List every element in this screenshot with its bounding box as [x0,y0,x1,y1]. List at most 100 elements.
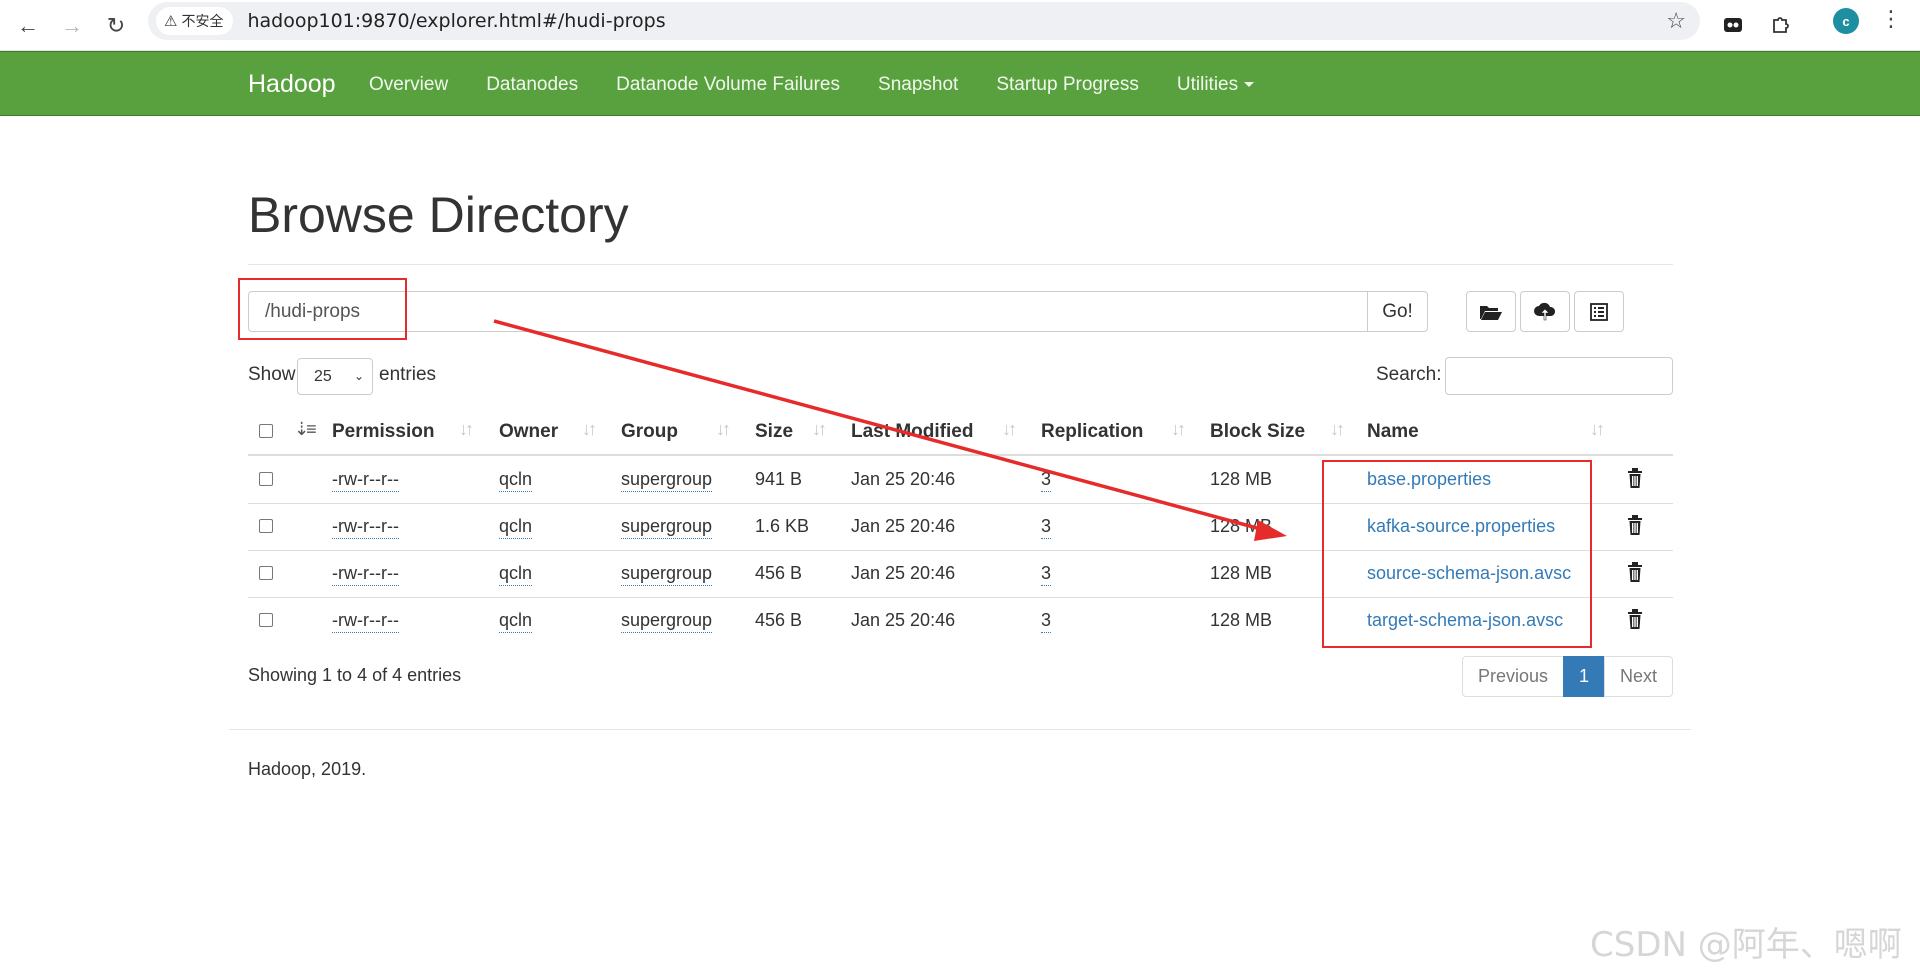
nav-snapshot[interactable]: Snapshot [859,74,977,96]
sort-group-icon[interactable]: ↓↑ [716,419,731,440]
block-size-cell: 128 MB [1210,563,1273,583]
size-cell: 941 B [755,469,803,489]
caret-down-icon [1244,81,1255,87]
search-label: Search: [1376,364,1442,385]
sort-replication-icon[interactable]: ↓↑ [1171,419,1186,440]
replication-cell[interactable]: 3 [1041,516,1052,539]
trash-icon[interactable] [1627,468,1643,488]
col-owner[interactable]: Owner [499,421,558,443]
browser-menu-icon[interactable]: ⋮ [1880,6,1902,32]
warning-icon: ⚠ [164,13,178,30]
nav-utilities-dropdown[interactable]: Utilities [1158,74,1273,96]
next-page-button[interactable]: Next [1604,656,1673,697]
permission-cell[interactable]: -rw-r--r-- [332,610,399,633]
address-bar[interactable]: ⚠ 不安全 hadoop101:9870/explorer.html#/hudi… [148,2,1700,40]
page-1-button[interactable]: 1 [1563,656,1605,697]
forward-icon[interactable]: → [54,8,90,44]
table-header-divider [248,454,1673,456]
reload-icon[interactable]: ↻ [98,8,134,44]
sort-permission-icon[interactable]: ↓↑ [459,419,474,440]
nav-utilities-label: Utilities [1176,73,1239,95]
owner-cell[interactable]: qcln [499,610,533,633]
trash-icon[interactable] [1627,562,1643,582]
select-all-checkbox[interactable] [259,424,273,438]
page-title: Browse Directory [248,187,629,243]
nav-datanodes[interactable]: Datanodes [467,74,597,96]
permission-cell[interactable]: -rw-r--r-- [332,563,399,586]
col-replication[interactable]: Replication [1041,421,1143,443]
modified-cell: Jan 25 20:46 [851,469,956,489]
replication-cell[interactable]: 3 [1041,563,1052,586]
permission-cell[interactable]: -rw-r--r-- [332,516,399,539]
sort-block-size-icon[interactable]: ↓↑ [1330,419,1345,440]
security-chip[interactable]: ⚠ 不安全 [156,7,234,35]
modified-cell: Jan 25 20:46 [851,516,956,536]
nav-volume-failures[interactable]: Datanode Volume Failures [597,74,859,96]
row-checkbox[interactable] [259,566,273,580]
sort-owner-icon[interactable]: ↓↑ [582,419,597,440]
title-divider [248,264,1673,265]
sort-name-icon[interactable]: ↓↑ [1590,419,1605,440]
sort-size-icon[interactable]: ↓↑ [812,419,827,440]
row-checkbox[interactable] [259,613,273,627]
entries-label: entries [379,364,437,385]
sort-last-modified-icon[interactable]: ↓↑ [1002,419,1017,440]
col-block-size[interactable]: Block Size [1210,421,1305,443]
security-label: 不安全 [181,13,224,29]
cut-paste-button[interactable] [1574,291,1624,332]
table-search-input[interactable] [1445,357,1673,395]
row-checkbox[interactable] [259,519,273,533]
create-directory-button[interactable] [1466,291,1516,332]
cloud-upload-icon [1534,302,1556,320]
size-cell: 456 B [755,563,803,583]
modified-cell: Jan 25 20:46 [851,610,956,630]
extension-icon[interactable] [1716,8,1750,42]
upload-files-button[interactable] [1520,291,1570,332]
back-icon[interactable]: ← [10,8,46,44]
browser-toolbar: ← → ↻ ⚠ 不安全 hadoop101:9870/explorer.html… [0,0,1920,51]
brand-logo[interactable]: Hadoop [248,70,336,99]
profile-avatar[interactable]: c [1833,8,1859,34]
bookmark-star-icon[interactable]: ☆ [1666,8,1686,34]
csdn-watermark: CSDN @阿年、嗯啊 [1590,925,1902,965]
extensions-puzzle-icon[interactable] [1764,8,1798,42]
replication-cell[interactable]: 3 [1041,610,1052,633]
footer-text: Hadoop, 2019. [248,759,367,779]
col-last-modified[interactable]: Last Modified [851,421,973,443]
block-size-cell: 128 MB [1210,469,1273,489]
col-name[interactable]: Name [1367,421,1419,443]
nav-overview[interactable]: Overview [350,74,467,96]
owner-cell[interactable]: qcln [499,516,533,539]
nav-startup-progress[interactable]: Startup Progress [977,74,1158,96]
trash-icon[interactable] [1627,515,1643,535]
block-size-cell: 128 MB [1210,610,1273,630]
chevron-down-icon: ⌄ [353,369,364,383]
previous-page-button[interactable]: Previous [1462,656,1564,697]
group-cell[interactable]: supergroup [621,469,713,492]
directory-path-input[interactable] [248,291,1368,332]
sort-default-icon[interactable]: ⇣≡ [294,419,317,440]
size-cell: 1.6 KB [755,516,810,536]
size-cell: 456 B [755,610,803,630]
show-label: Show [248,364,296,385]
permission-cell[interactable]: -rw-r--r-- [332,469,399,492]
group-cell[interactable]: supergroup [621,610,713,633]
owner-cell[interactable]: qcln [499,563,533,586]
col-size[interactable]: Size [755,421,793,443]
owner-cell[interactable]: qcln [499,469,533,492]
group-cell[interactable]: supergroup [621,516,713,539]
group-cell[interactable]: supergroup [621,563,713,586]
row-checkbox[interactable] [259,472,273,486]
nav-links: Overview Datanodes Datanode Volume Failu… [350,52,1273,117]
replication-cell[interactable]: 3 [1041,469,1052,492]
go-button[interactable]: Go! [1367,291,1428,332]
modified-cell: Jan 25 20:46 [851,563,956,583]
col-permission[interactable]: Permission [332,421,434,443]
footer-divider [229,729,1691,730]
col-group[interactable]: Group [621,421,678,443]
entries-per-page-value: 25 [314,367,332,385]
trash-icon[interactable] [1627,609,1643,629]
table-info: Showing 1 to 4 of 4 entries [248,665,462,685]
entries-per-page-select[interactable]: 25 ⌄ [297,358,373,395]
url-text[interactable]: hadoop101:9870/explorer.html#/hudi-props [247,10,665,32]
